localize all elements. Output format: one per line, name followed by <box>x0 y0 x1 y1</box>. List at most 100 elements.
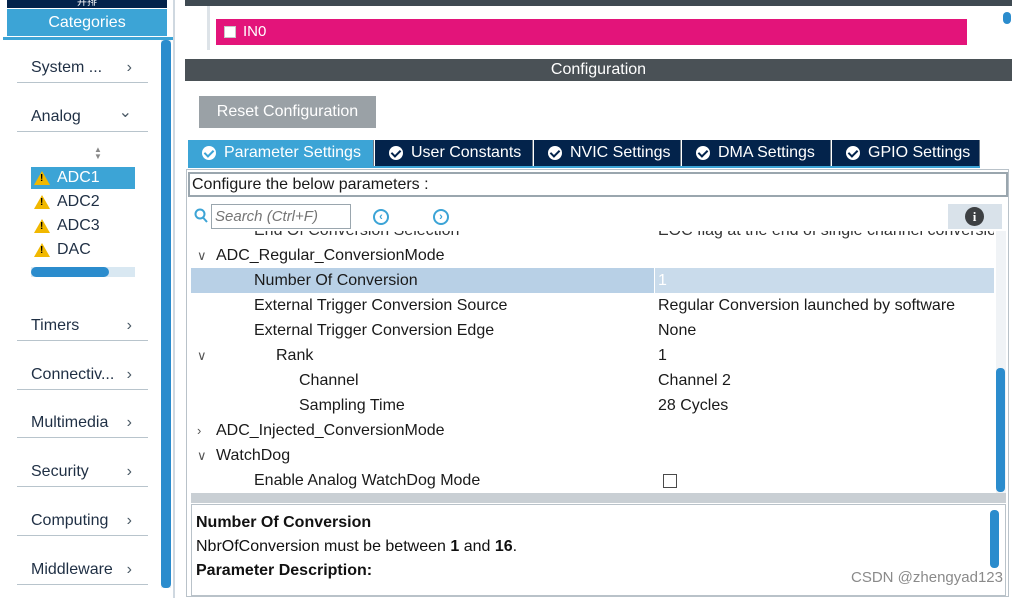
tree-group-injected-conversion[interactable]: › ADC_Injected_ConversionMode <box>191 418 994 443</box>
tree-row[interactable]: External Trigger Conversion Source Regul… <box>191 293 994 318</box>
analog-item-dac[interactable]: DAC <box>31 239 135 261</box>
tree-row[interactable]: Channel Channel 2 <box>191 368 994 393</box>
sidebar: 并排 Categories System ... › Analog ⌄ ▲▼ A… <box>0 0 175 598</box>
description-max-value: 16 <box>494 538 513 555</box>
reset-configuration-button[interactable]: Reset Configuration <box>199 96 376 128</box>
description-min-value: 1 <box>450 538 460 555</box>
tab-user-constants[interactable]: User Constants <box>375 140 533 166</box>
analog-item-adc3[interactable]: ADC3 <box>31 215 135 237</box>
param-value: Regular Conversion launched by software <box>658 297 956 314</box>
param-value-cell[interactable] <box>654 268 994 293</box>
analog-item-adc1[interactable]: ADC1 <box>31 167 135 189</box>
search-icon <box>194 208 208 223</box>
analog-item-adc2[interactable]: ADC2 <box>31 191 135 213</box>
tab-gpio-settings[interactable]: GPIO Settings <box>832 140 980 166</box>
sort-icon[interactable]: ▲ ▼ <box>93 146 103 161</box>
chevron-down-icon[interactable]: ∨ <box>197 443 207 468</box>
category-label: Middleware <box>31 561 113 578</box>
pin-label: IN0 <box>243 23 267 40</box>
tabs-underline <box>188 166 980 168</box>
tree-row[interactable]: External Trigger Conversion Edge None <box>191 318 994 343</box>
category-analog[interactable]: Analog ⌄ <box>17 104 148 132</box>
check-circle-icon <box>389 146 403 160</box>
chevron-down-icon[interactable]: ∨ <box>197 243 207 268</box>
param-group-name: Rank <box>276 347 314 364</box>
analog-item-label: ADC3 <box>57 217 100 234</box>
pinout-scrollbar-thumb[interactable] <box>1003 12 1011 24</box>
check-circle-icon <box>548 146 562 160</box>
param-name: Number Of Conversion <box>254 272 418 289</box>
tree-group-regular-conversion[interactable]: ∨ ADC_Regular_ConversionMode <box>191 243 994 268</box>
tree-group-rank[interactable]: ∨ Rank 1 <box>191 343 994 368</box>
warning-icon <box>34 243 50 257</box>
tab-parameter-settings[interactable]: Parameter Settings <box>188 140 374 166</box>
param-name: Enable Analog WatchDog Mode <box>254 472 481 489</box>
tree-row[interactable]: Enable Analog WatchDog Mode <box>191 468 994 493</box>
parameter-description-label: Parameter Description: <box>196 562 373 579</box>
analog-item-label: ADC1 <box>57 169 100 186</box>
category-middleware[interactable]: Middleware › <box>17 557 148 585</box>
description-text-suffix: . <box>512 538 518 555</box>
param-value: 1 <box>658 272 667 289</box>
watermark: CSDN @zhengyad123 <box>851 569 1003 586</box>
analog-item-label: ADC2 <box>57 193 100 210</box>
category-connectivity[interactable]: Connectiv... › <box>17 362 148 390</box>
param-value: None <box>658 322 697 339</box>
tree-row[interactable]: Sampling Time 28 Cycles <box>191 393 994 418</box>
panel-splitter[interactable] <box>191 493 1006 503</box>
param-group-name: ADC_Injected_ConversionMode <box>216 422 445 439</box>
search-input[interactable] <box>211 204 351 229</box>
watchdog-mode-checkbox[interactable] <box>663 474 677 488</box>
param-name: End Of Conversion Selection <box>254 231 459 243</box>
sidebar-scrollbar-thumb[interactable] <box>161 40 171 588</box>
chevron-right-icon: › <box>126 512 132 529</box>
description-text-mid: and <box>459 538 495 555</box>
chevron-right-icon: › <box>126 463 132 480</box>
search-next-icon[interactable]: › <box>433 209 449 225</box>
pinout-inner-border <box>207 6 210 50</box>
param-value: 1 <box>658 347 667 364</box>
configure-parameters-label: Configure the below parameters : <box>188 172 1008 197</box>
category-label: Security <box>31 463 89 480</box>
configuration-header: Configuration <box>185 59 1012 81</box>
category-timers[interactable]: Timers › <box>17 313 148 341</box>
chevron-right-icon[interactable]: › <box>197 418 201 443</box>
check-circle-icon <box>202 146 216 160</box>
category-system[interactable]: System ... › <box>17 55 148 83</box>
chevron-right-icon: › <box>126 317 132 334</box>
parameter-tree: End Of Conversion Selection EOC flag at … <box>191 231 994 493</box>
param-name: Sampling Time <box>299 397 405 414</box>
param-group-name: ADC_Regular_ConversionMode <box>216 247 445 264</box>
chevron-right-icon: › <box>126 414 132 431</box>
chevron-down-icon[interactable]: ∨ <box>197 343 207 368</box>
category-computing[interactable]: Computing › <box>17 508 148 536</box>
param-name: External Trigger Conversion Source <box>254 297 508 314</box>
search-previous-icon[interactable]: ‹ <box>373 209 389 225</box>
category-label: Connectiv... <box>31 366 115 383</box>
tree-row[interactable]: End Of Conversion Selection EOC flag at … <box>191 231 994 243</box>
category-security[interactable]: Security › <box>17 459 148 487</box>
param-value: Channel 2 <box>658 372 731 389</box>
tree-scrollbar-thumb[interactable] <box>996 368 1005 492</box>
info-button[interactable]: i <box>948 204 1002 229</box>
sidebar-top-strip: 并排 <box>7 0 167 8</box>
tab-label: GPIO Settings <box>868 144 971 161</box>
description-scrollbar-thumb[interactable] <box>990 510 999 568</box>
category-multimedia[interactable]: Multimedia › <box>17 410 148 438</box>
pin-checkbox[interactable] <box>224 26 236 38</box>
tab-label: DMA Settings <box>718 144 815 161</box>
tab-nvic-settings[interactable]: NVIC Settings <box>534 140 681 166</box>
analog-item-label: DAC <box>57 241 91 258</box>
pin-signal-bar[interactable]: IN0 <box>216 19 967 45</box>
tree-group-watchdog[interactable]: ∨ WatchDog <box>191 443 994 468</box>
tree-row-selected[interactable]: Number Of Conversion 1 <box>191 268 994 293</box>
analog-list-scroll-thumb[interactable] <box>31 267 109 277</box>
tab-dma-settings[interactable]: DMA Settings <box>682 140 831 166</box>
info-icon: i <box>965 207 984 226</box>
param-name: External Trigger Conversion Edge <box>254 322 495 339</box>
check-circle-icon <box>846 146 860 160</box>
chevron-right-icon: › <box>126 561 132 578</box>
category-label: Timers <box>31 317 80 334</box>
chevron-right-icon: › <box>126 59 132 76</box>
description-title: Number Of Conversion <box>196 514 372 531</box>
